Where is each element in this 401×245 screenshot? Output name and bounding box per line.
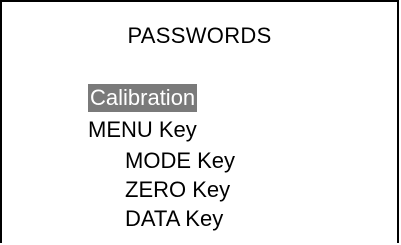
menu-item-zero-key[interactable]: ZERO Key xyxy=(125,176,230,204)
menu-item-mode-key[interactable]: MODE Key xyxy=(125,147,235,175)
screen-title: PASSWORDS xyxy=(127,23,272,48)
menu-item-data-key[interactable]: DATA Key xyxy=(125,205,223,233)
menu-item-calibration[interactable]: Calibration xyxy=(88,84,198,112)
menu-item-menu-key[interactable]: MENU Key xyxy=(88,116,197,144)
device-screen: PASSWORDS Calibration MENU Key MODE Key … xyxy=(0,0,399,243)
